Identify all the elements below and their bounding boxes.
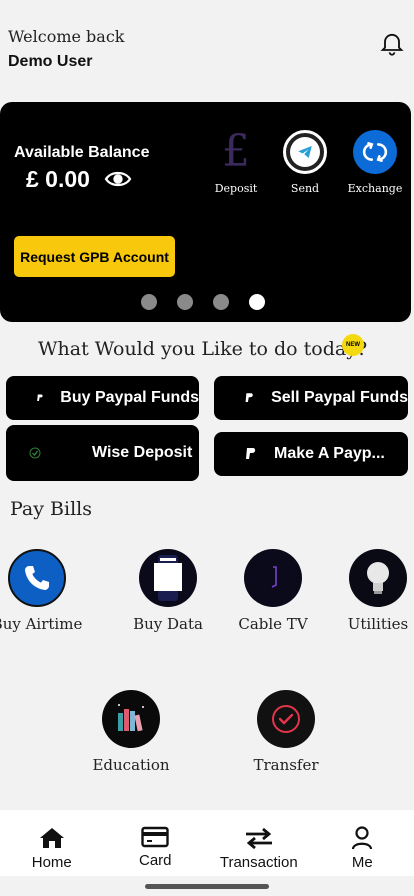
pay-bills-heading: Pay Bills [10,498,92,520]
exchange-action[interactable]: Exchange [345,130,405,195]
phone-icon [8,549,66,607]
exchange-label: Exchange [347,182,403,195]
carousel-dot[interactable] [177,294,193,310]
buy-data-label: Buy Data [133,615,203,633]
credit-card-icon [141,826,169,848]
carousel-dot-active[interactable] [249,294,265,310]
utilities-item[interactable]: Utilities [330,549,414,633]
request-gbp-account-button[interactable]: Request GPB Account [14,236,175,277]
eye-icon[interactable] [104,169,132,189]
home-indicator[interactable] [145,884,269,889]
paypal-icon [37,394,43,401]
check-circle-icon [257,690,315,748]
balance-label: Available Balance [14,144,150,161]
nav-card[interactable]: Card [104,810,208,876]
nav-transaction[interactable]: Transaction [207,810,311,876]
buy-paypal-funds-button[interactable]: Buy Paypal Funds [6,376,199,420]
buy-paypal-funds-label: Buy Paypal Funds [60,389,199,406]
mobile-data-icon [139,549,197,607]
nav-card-label: Card [138,852,172,869]
wise-deposit-button[interactable]: Wise Deposit [6,425,199,481]
education-item[interactable]: Education [83,690,179,774]
send-action[interactable]: Send [275,130,335,195]
cable-tv-label: Cable TV [238,615,308,633]
home-icon [39,828,64,848]
bottom-navigation: Home Card Transaction Me [0,810,414,876]
nav-transaction-label: Transaction [219,854,298,871]
transfer-item[interactable]: Transfer [238,690,334,774]
paypal-icon [245,393,253,402]
balance-amount: £ 0.00 [26,166,90,192]
carousel-indicator[interactable] [141,294,265,310]
wise-icon [29,447,41,459]
new-badge: NEW [342,334,364,356]
deposit-label: Deposit [214,182,258,195]
telegram-send-icon [283,130,327,174]
make-paypal-payment-label: Make A Payp... [274,445,385,462]
paypal-icon [246,448,256,459]
cable-tv-item[interactable]: Cable TV [225,549,321,633]
user-name: Demo User [8,53,93,70]
notification-bell-icon[interactable] [378,28,406,58]
buy-airtime-label: Buy Airtime [0,615,83,633]
books-icon [102,690,160,748]
transfer-arrows-icon [245,827,272,850]
wise-deposit-label: Wise Deposit [92,444,193,461]
balance-card: Available Balance £ 0.00 £ Deposit Send … [0,102,411,322]
nav-me-label: Me [351,854,373,871]
user-icon [352,826,373,850]
quick-actions-heading: What Would you Like to do today? [38,338,368,360]
carousel-dot[interactable] [141,294,157,310]
pound-icon: £ [222,126,250,177]
education-label: Education [92,756,170,774]
carousel-dot[interactable] [213,294,229,310]
nav-home-label: Home [31,854,72,871]
send-label: Send [290,182,320,195]
sell-paypal-funds-button[interactable]: Sell Paypal Funds [214,376,408,420]
light-bulb-icon [349,549,407,607]
nav-home[interactable]: Home [0,810,104,876]
sell-paypal-funds-label: Sell Paypal Funds [271,389,408,406]
buy-airtime-item[interactable]: Buy Airtime [0,549,85,633]
cable-tv-icon [244,549,302,607]
deposit-action[interactable]: £ Deposit [206,126,266,196]
transfer-label: Transfer [253,756,319,774]
buy-data-item[interactable]: Buy Data [120,549,216,633]
exchange-icon [353,130,397,174]
welcome-text: Welcome back [8,27,125,46]
make-paypal-payment-button[interactable]: Make A Payp... [214,432,408,476]
utilities-label: Utilities [347,615,409,633]
nav-me[interactable]: Me [311,810,414,876]
